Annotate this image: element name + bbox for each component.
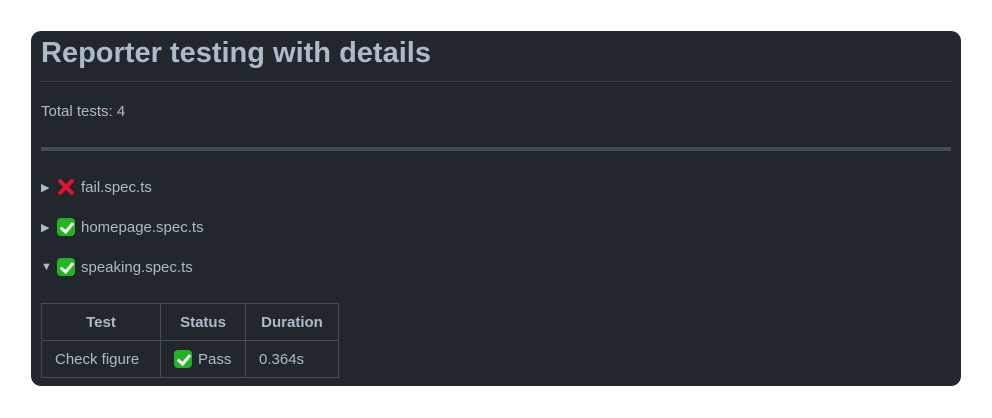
check-mark-icon	[57, 258, 75, 276]
header-status: Status	[160, 303, 246, 341]
triangle-down-icon: ▼	[41, 261, 52, 273]
triangle-right-icon: ▶	[41, 221, 50, 234]
triangle-right-icon: ▶	[41, 181, 50, 194]
check-mark-icon	[57, 218, 75, 236]
header-test: Test	[41, 303, 161, 341]
cell-status: Pass	[160, 340, 246, 378]
section-divider	[41, 147, 951, 151]
header-duration: Duration	[245, 303, 339, 341]
file-name: speaking.spec.ts	[81, 258, 193, 276]
file-summary-speaking-spec[interactable]: ▼ speaking.spec.ts	[41, 257, 193, 277]
file-summary-homepage-spec[interactable]: ▶ homepage.spec.ts	[41, 217, 204, 237]
page-title: Reporter testing with details	[41, 37, 431, 69]
report-panel: Reporter testing with details Total test…	[31, 31, 961, 386]
table-header-row: Test Status Duration	[41, 303, 339, 341]
cell-duration: 0.364s	[245, 340, 339, 378]
status-text: Pass	[198, 350, 232, 368]
file-name: fail.spec.ts	[81, 178, 152, 196]
check-mark-icon	[174, 350, 192, 368]
total-tests: Total tests: 4	[41, 103, 126, 120]
cross-mark-icon	[57, 178, 75, 196]
cell-test: Check figure	[41, 340, 161, 378]
table-row: Check figure Pass 0.364s	[41, 340, 339, 378]
title-divider	[41, 81, 951, 82]
results-table: Test Status Duration Check figure Pass 0…	[41, 303, 339, 378]
file-summary-fail-spec[interactable]: ▶ fail.spec.ts	[41, 177, 152, 197]
file-name: homepage.spec.ts	[81, 218, 204, 236]
